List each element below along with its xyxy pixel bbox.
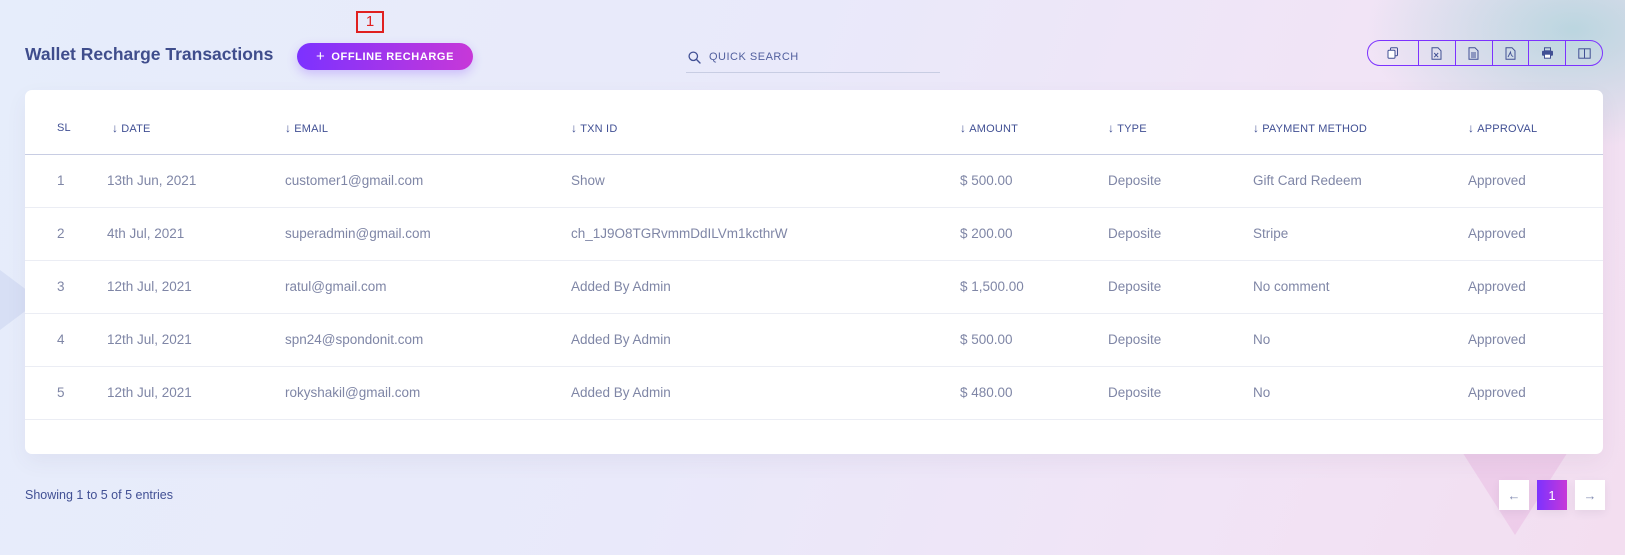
- copy-icon: [1387, 47, 1399, 59]
- entries-info: Showing 1 to 5 of 5 entries: [25, 488, 174, 502]
- cell-approval: Approved: [1468, 154, 1603, 208]
- cell-email: spn24@spondonit.com: [285, 313, 571, 367]
- offline-recharge-label: OFFLINE RECHARGE: [331, 50, 455, 63]
- table-row: 4 12th Jul, 2021 spn24@spondonit.com Add…: [25, 313, 1603, 367]
- csv-icon: [1468, 46, 1479, 60]
- search-icon: [688, 50, 701, 64]
- column-header-payment-method[interactable]: ↓ PAYMENT METHOD: [1253, 90, 1468, 155]
- export-button-group: [1367, 40, 1603, 66]
- sort-arrow-icon: ↓: [960, 120, 967, 135]
- cell-payment-method: No comment: [1253, 260, 1468, 314]
- column-header-txn-id[interactable]: ↓ TXN ID: [571, 90, 960, 155]
- pdf-button[interactable]: [1493, 41, 1530, 65]
- cell-amount: $ 500.00: [960, 154, 1108, 208]
- column-header-email[interactable]: ↓ EMAIL: [285, 90, 571, 155]
- cell-date: 12th Jul, 2021: [107, 313, 285, 367]
- column-visibility-button[interactable]: [1566, 41, 1602, 65]
- table-header-row: SL ↓ DATE ↓ EMAIL ↓ TXN ID ↓ AMOUNT ↓ TYPE ↓ P…: [25, 90, 1603, 155]
- cell-sl: 1: [25, 154, 107, 208]
- table-row: 1 13th Jun, 2021 customer1@gmail.com Sho…: [25, 154, 1603, 208]
- cell-email: customer1@gmail.com: [285, 154, 571, 208]
- cell-approval: Approved: [1468, 366, 1603, 420]
- previous-page-button[interactable]: ←: [1499, 480, 1529, 510]
- cell-txn-id: Added By Admin: [571, 366, 960, 420]
- pdf-icon: [1505, 46, 1516, 60]
- cell-payment-method: Gift Card Redeem: [1253, 154, 1468, 208]
- cell-txn-id: Added By Admin: [571, 313, 960, 367]
- offline-recharge-button[interactable]: + OFFLINE RECHARGE: [297, 43, 473, 70]
- cell-type: Deposite: [1108, 154, 1253, 208]
- cell-date: 12th Jul, 2021: [107, 260, 285, 314]
- column-header-date[interactable]: ↓ DATE: [107, 90, 285, 155]
- cell-txn-id: Show: [571, 154, 960, 208]
- sort-arrow-icon: ↓: [1468, 120, 1475, 135]
- cell-payment-method: No: [1253, 313, 1468, 367]
- table-row: 3 12th Jul, 2021 ratul@gmail.com Added B…: [25, 260, 1603, 314]
- next-page-button[interactable]: →: [1575, 480, 1605, 510]
- quick-search: [686, 42, 940, 73]
- csv-button[interactable]: [1456, 41, 1493, 65]
- cell-txn-id: ch_1J9O8TGRvmmDdILVm1kcthrW: [571, 207, 960, 261]
- plus-icon: +: [315, 48, 326, 65]
- cell-sl: 2: [25, 207, 107, 261]
- cell-amount: $ 1,500.00: [960, 260, 1108, 314]
- cell-amount: $ 480.00: [960, 366, 1108, 420]
- cell-sl: 3: [25, 260, 107, 314]
- excel-icon: [1431, 46, 1442, 60]
- arrow-left-icon: ←: [1507, 487, 1521, 503]
- column-header-approval[interactable]: ↓ APPROVAL: [1468, 90, 1603, 155]
- excel-button[interactable]: [1419, 41, 1456, 65]
- sort-arrow-icon: ↓: [1253, 120, 1260, 135]
- cell-type: Deposite: [1108, 260, 1253, 314]
- cell-approval: Approved: [1468, 313, 1603, 367]
- sort-arrow-icon: ↓: [285, 120, 292, 135]
- page-button-current[interactable]: 1: [1537, 480, 1567, 510]
- pagination: ← 1 →: [1499, 480, 1605, 510]
- cell-txn-id: Added By Admin: [571, 260, 960, 314]
- annotation-marker: 1: [356, 11, 384, 33]
- table-row: 2 4th Jul, 2021 superadmin@gmail.com ch_…: [25, 207, 1603, 261]
- cell-date: 12th Jul, 2021: [107, 366, 285, 420]
- transactions-table: SL ↓ DATE ↓ EMAIL ↓ TXN ID ↓ AMOUNT ↓ TYPE ↓ P…: [25, 90, 1603, 420]
- cell-amount: $ 500.00: [960, 313, 1108, 367]
- copy-button[interactable]: [1368, 41, 1420, 65]
- arrow-right-icon: →: [1583, 487, 1597, 503]
- cell-type: Deposite: [1108, 366, 1253, 420]
- cell-date: 4th Jul, 2021: [107, 207, 285, 261]
- column-header-type[interactable]: ↓ TYPE: [1108, 90, 1253, 155]
- cell-payment-method: No: [1253, 366, 1468, 420]
- sort-arrow-icon: ↓: [112, 120, 119, 135]
- cell-email: rokyshakil@gmail.com: [285, 366, 571, 420]
- transactions-card: SL ↓ DATE ↓ EMAIL ↓ TXN ID ↓ AMOUNT ↓ TYPE ↓ P…: [25, 90, 1603, 454]
- cell-email: ratul@gmail.com: [285, 260, 571, 314]
- sort-arrow-icon: ↓: [1108, 120, 1115, 135]
- print-icon: [1541, 47, 1553, 59]
- cell-sl: 5: [25, 366, 107, 420]
- cell-approval: Approved: [1468, 260, 1603, 314]
- cell-type: Deposite: [1108, 313, 1253, 367]
- column-header-sl[interactable]: SL: [25, 90, 107, 155]
- sort-arrow-icon: ↓: [571, 120, 578, 135]
- cell-sl: 4: [25, 313, 107, 367]
- column-header-amount[interactable]: ↓ AMOUNT: [960, 90, 1108, 155]
- cell-date: 13th Jun, 2021: [107, 154, 285, 208]
- cell-approval: Approved: [1468, 207, 1603, 261]
- cell-type: Deposite: [1108, 207, 1253, 261]
- cell-amount: $ 200.00: [960, 207, 1108, 261]
- print-button[interactable]: [1529, 41, 1567, 65]
- columns-icon: [1577, 47, 1591, 59]
- page-title: Wallet Recharge Transactions: [25, 44, 274, 64]
- cell-payment-method: Stripe: [1253, 207, 1468, 261]
- search-input[interactable]: [709, 51, 919, 63]
- cell-email: superadmin@gmail.com: [285, 207, 571, 261]
- table-row: 5 12th Jul, 2021 rokyshakil@gmail.com Ad…: [25, 366, 1603, 420]
